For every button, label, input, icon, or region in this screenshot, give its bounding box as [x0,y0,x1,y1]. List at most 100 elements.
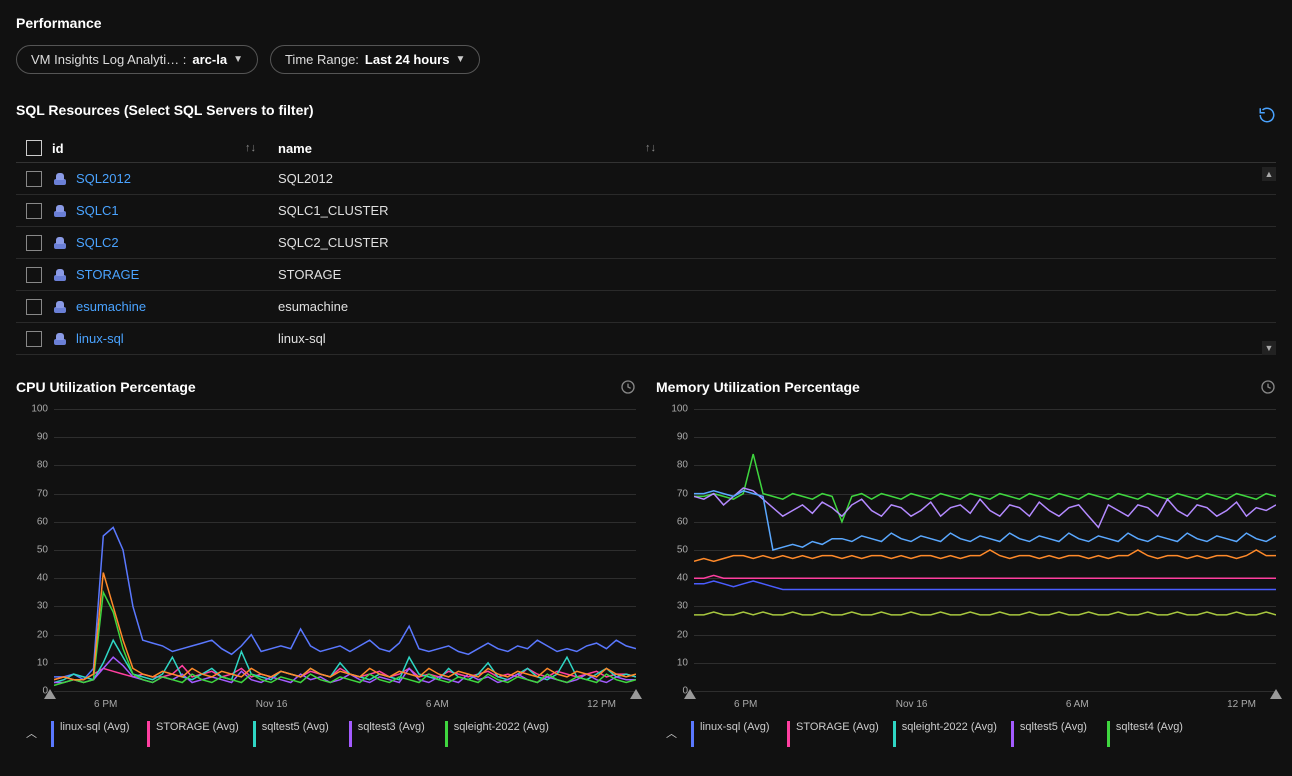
legend-item[interactable]: STORAGE (Avg) [787,721,879,747]
x-tick: 6 AM [1066,699,1089,715]
resource-link[interactable]: SQL2012 [76,171,131,186]
legend-value [156,733,239,747]
table-row: STORAGESTORAGE [16,259,1276,291]
server-icon [52,331,68,347]
time-range-filter[interactable]: Time Range: Last 24 hours ▼ [270,45,480,74]
legend-label: linux-sql (Avg) [700,721,773,733]
y-tick: 10 [656,657,688,668]
x-tick: 6 AM [426,699,449,715]
legend-value [796,733,879,747]
refresh-icon[interactable] [1258,106,1276,124]
cpu-chart[interactable]: 01020304050607080901006 PMNov 166 AM12 P… [16,405,636,715]
legend-item[interactable]: sqleight-2022 (Avg) [445,721,549,747]
column-name-header[interactable]: name [278,141,312,156]
resource-name: SQLC2_CLUSTER [278,235,678,250]
server-icon [52,235,68,251]
legend-item[interactable]: sqltest3 (Avg) [349,721,431,747]
cpu-chart-panel: CPU Utilization Percentage 0102030405060… [16,379,636,747]
chevron-down-icon: ▼ [455,54,465,65]
resource-link[interactable]: linux-sql [76,331,124,346]
y-tick: 50 [16,545,48,556]
table-row: linux-sqllinux-sql [16,323,1276,355]
table-row: esumachine esumachine [16,291,1276,323]
y-tick: 70 [16,488,48,499]
legend-value [358,733,431,747]
filter-row: VM Insights Log Analyti… : arc-la ▼ Time… [16,45,1276,74]
legend-item[interactable]: sqleight-2022 (Avg) [893,721,997,747]
gridline [694,691,1276,692]
sort-icon[interactable]: ↑↓ [645,142,656,154]
row-checkbox[interactable] [26,235,42,251]
row-checkbox[interactable] [26,331,42,347]
memory-chart-panel: Memory Utilization Percentage 0102030405… [656,379,1276,747]
legend-item[interactable]: linux-sql (Avg) [691,721,773,747]
y-tick: 80 [16,460,48,471]
server-icon [52,203,68,219]
legend-item[interactable]: sqltest5 (Avg) [1011,721,1093,747]
resource-link[interactable]: SQLC1 [76,203,119,218]
y-tick: 40 [16,573,48,584]
legend-item[interactable]: sqltest5 (Avg) [253,721,335,747]
y-tick: 60 [16,516,48,527]
chart-series [694,491,1276,550]
resources-table: id ↑↓ name ↑↓ SQL2012SQL2012SQLC1SQLC1_C… [16,134,1276,355]
y-tick: 20 [16,629,48,640]
gridline [54,691,636,692]
chart-series [694,612,1276,615]
row-checkbox[interactable] [26,171,42,187]
resource-link[interactable]: SQLC2 [76,235,119,250]
column-id-header[interactable]: id [52,141,64,156]
legend-value [1116,733,1189,747]
legend-value [902,733,997,747]
cpu-chart-title: CPU Utilization Percentage [16,379,196,395]
scroll-down-arrow[interactable]: ▼ [1262,341,1276,355]
legend-value [1020,733,1093,747]
resource-name: esumachine [278,299,678,314]
memory-legend: ︿ linux-sql (Avg) STORAGE (Avg) sqleight-20… [656,715,1276,747]
server-icon [52,299,68,315]
legend-value [454,733,549,747]
history-icon[interactable] [620,379,636,395]
y-tick: 30 [656,601,688,612]
legend-label: sqltest5 (Avg) [1020,721,1093,733]
legend-label: STORAGE (Avg) [796,721,879,733]
y-tick: 20 [656,629,688,640]
server-icon [52,171,68,187]
row-checkbox[interactable] [26,299,42,315]
legend-expand-icon[interactable]: ︿ [666,721,677,741]
x-tick: 6 PM [94,699,117,715]
x-axis: 6 PMNov 166 AM12 PM [694,695,1276,715]
cpu-legend: ︿ linux-sql (Avg) STORAGE (Avg) sqltest5 (A… [16,715,636,747]
resource-link[interactable]: STORAGE [76,267,139,282]
y-tick: 80 [656,460,688,471]
y-tick: 40 [656,573,688,584]
chart-series [694,581,1276,590]
table-title: SQL Resources (Select SQL Servers to fil… [16,102,314,118]
server-icon [52,267,68,283]
resource-link[interactable]: esumachine [76,299,146,314]
x-tick: Nov 16 [256,699,288,715]
row-checkbox[interactable] [26,203,42,219]
row-checkbox[interactable] [26,267,42,283]
table-header: id ↑↓ name ↑↓ [16,134,1276,163]
legend-item[interactable]: linux-sql (Avg) [51,721,133,747]
charts-row: CPU Utilization Percentage 0102030405060… [16,379,1276,747]
page-title: Performance [16,15,1276,31]
legend-expand-icon[interactable]: ︿ [26,721,37,741]
legend-item[interactable]: STORAGE (Avg) [147,721,239,747]
chart-series [694,575,1276,578]
chart-series [694,550,1276,561]
history-icon[interactable] [1260,379,1276,395]
table-row: SQLC2 SQLC2_CLUSTER [16,227,1276,259]
time-range-label: Time Range: [285,52,359,67]
workspace-filter[interactable]: VM Insights Log Analyti… : arc-la ▼ [16,45,258,74]
memory-chart[interactable]: 01020304050607080901006 PMNov 166 AM12 P… [656,405,1276,715]
y-tick: 70 [656,488,688,499]
x-tick: 6 PM [734,699,757,715]
sort-icon[interactable]: ↑↓ [245,142,256,154]
time-range-value: Last 24 hours [365,52,450,67]
legend-item[interactable]: sqltest4 (Avg) [1107,721,1189,747]
scroll-up-arrow[interactable]: ▲ [1262,167,1276,181]
legend-value [700,733,773,747]
select-all-checkbox[interactable] [26,140,42,156]
